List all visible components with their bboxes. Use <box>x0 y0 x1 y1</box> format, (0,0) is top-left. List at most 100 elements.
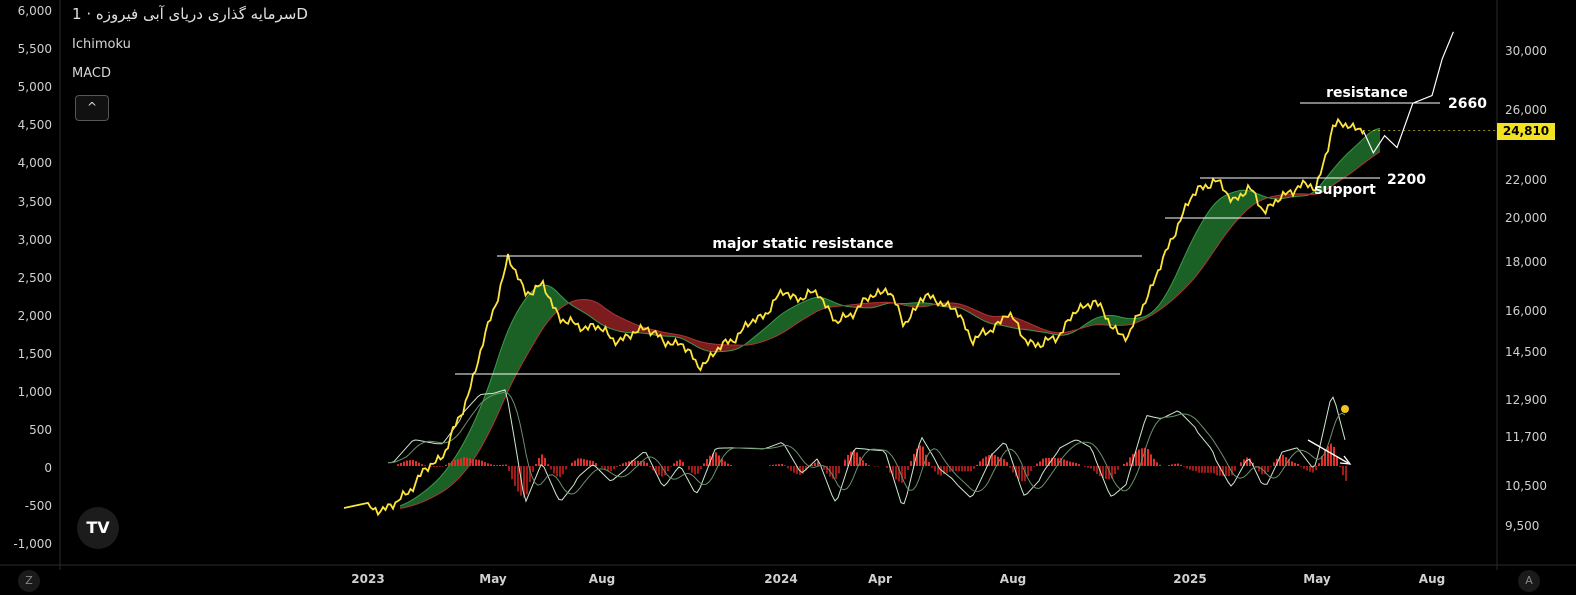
macd-histogram-bar <box>1045 457 1047 466</box>
macd-histogram-bar <box>781 464 783 466</box>
macd-histogram-bar <box>469 458 471 466</box>
annotation-support: support <box>1314 182 1376 198</box>
macd-histogram-bar <box>877 466 879 467</box>
macd-histogram-bar <box>1306 466 1308 471</box>
macd-histogram-bar <box>784 465 786 466</box>
macd-histogram-bar <box>700 466 702 469</box>
cloud-segment <box>1204 212 1208 266</box>
macd-histogram-bar <box>514 466 516 487</box>
macd-histogram-bar <box>961 466 963 472</box>
macd-histogram-bar <box>481 460 483 466</box>
auto-scale-button[interactable]: A <box>1518 570 1540 592</box>
cloud-segment <box>1124 317 1128 326</box>
macd-histogram-bar <box>1030 466 1032 471</box>
macd-histogram-bar <box>1216 466 1218 476</box>
macd-histogram-bar <box>1174 463 1176 466</box>
macd-histogram-bar <box>403 461 405 466</box>
macd-histogram-bar <box>967 466 969 472</box>
macd-histogram-bar <box>445 464 447 466</box>
macd-histogram-bar <box>1066 460 1068 466</box>
macd-histogram-bar <box>1156 462 1158 466</box>
left-axis-tick: 5,500 <box>17 42 52 57</box>
macd-histogram-bar <box>895 466 897 480</box>
macd-histogram-bar <box>550 466 552 470</box>
macd-histogram-bar <box>1105 466 1107 479</box>
macd-histogram-bar <box>1027 466 1029 477</box>
macd-histogram-bar <box>775 464 777 466</box>
left-axis-tick: 3,500 <box>17 194 52 209</box>
cloud-segment <box>1360 138 1364 167</box>
macd-histogram-bar <box>1138 449 1140 466</box>
macd-histogram-bar <box>538 457 540 466</box>
macd-histogram-bar <box>619 464 621 466</box>
macd-histogram-bar <box>1003 459 1005 466</box>
cloud-segment <box>1224 194 1228 237</box>
macd-histogram-bar <box>1273 462 1275 466</box>
macd-histogram-bar <box>487 463 489 466</box>
cloud-segment <box>788 307 792 330</box>
macd-histogram-bar <box>1327 446 1329 466</box>
macd-histogram-bar <box>907 466 909 471</box>
macd-histogram-bar <box>973 466 975 469</box>
macd-histogram-bar <box>1153 458 1155 466</box>
time-axis-tick: Apr <box>868 572 892 586</box>
macd-histogram-bar <box>613 466 615 470</box>
indicator-macd[interactable]: MACD <box>72 66 111 81</box>
cloud-segment <box>808 298 812 317</box>
macd-histogram-bar <box>457 459 459 466</box>
macd-histogram-bar <box>496 465 498 466</box>
macd-histogram-bar <box>1189 466 1191 470</box>
macd-histogram-bar <box>1207 466 1209 473</box>
cloud-segment <box>708 343 712 352</box>
macd-histogram-bar <box>1159 464 1161 466</box>
macd-histogram-bar <box>484 462 486 466</box>
right-axis-tick: 14,500 <box>1505 345 1547 359</box>
macd-histogram-bar <box>994 455 996 466</box>
indicator-ichimoku[interactable]: Ichimoku <box>72 37 131 52</box>
cloud-segment <box>1216 198 1220 249</box>
macd-histogram-bar <box>946 466 948 473</box>
macd-histogram-bar <box>586 459 588 466</box>
macd-histogram-bar <box>1213 466 1215 474</box>
macd-histogram-bar <box>1021 466 1023 482</box>
cloud-segment <box>784 309 788 332</box>
zoom-reset-button[interactable]: Z <box>18 570 40 592</box>
macd-histogram-bar <box>1336 456 1338 466</box>
cloud-segment <box>1372 129 1376 158</box>
macd-histogram-bar <box>694 466 696 475</box>
macd-histogram-bar <box>553 466 555 474</box>
macd-histogram-bar <box>493 464 495 466</box>
macd-histogram-bar <box>688 466 690 470</box>
right-axis-tick: 12,900 <box>1505 393 1547 407</box>
macd-histogram-bar <box>730 464 732 466</box>
macd-histogram-bar <box>835 466 837 479</box>
cloud-segment <box>508 321 512 392</box>
cloud-segment <box>1112 315 1116 326</box>
macd-histogram-bar <box>1018 466 1020 480</box>
cloud-segment <box>1120 317 1124 326</box>
macd-histogram-bar <box>1333 446 1335 466</box>
macd-histogram-bar <box>724 461 726 466</box>
cloud-segment <box>520 301 524 368</box>
left-axis-tick: 1,500 <box>17 346 52 361</box>
macd-histogram-bar <box>787 466 789 469</box>
collapse-indicators-button[interactable]: ^ <box>75 95 109 121</box>
macd-histogram-bar <box>1315 466 1317 471</box>
macd-histogram-bar <box>658 466 660 476</box>
tradingview-logo[interactable]: TV <box>77 507 119 549</box>
macd-histogram-bar <box>1246 457 1248 466</box>
chart-canvas[interactable]: major static resistance resistance 2660 … <box>0 0 1576 595</box>
macd-histogram-bar <box>814 462 816 466</box>
cloud-segment <box>1212 202 1216 254</box>
macd-histogram-bar <box>1177 463 1179 466</box>
macd-histogram-bar <box>1090 466 1092 469</box>
annotation-resistance-value: 2660 <box>1448 96 1487 112</box>
macd-histogram-bar <box>844 459 846 466</box>
macd-histogram-bar <box>589 460 591 466</box>
macd-histogram-bar <box>1171 464 1173 466</box>
macd-histogram-bar <box>1300 466 1302 467</box>
right-axis-tick: 9,500 <box>1505 519 1540 533</box>
cloud-segment <box>1348 149 1352 176</box>
macd-histogram-bar <box>1087 466 1089 468</box>
macd-histogram-bar <box>793 466 795 473</box>
